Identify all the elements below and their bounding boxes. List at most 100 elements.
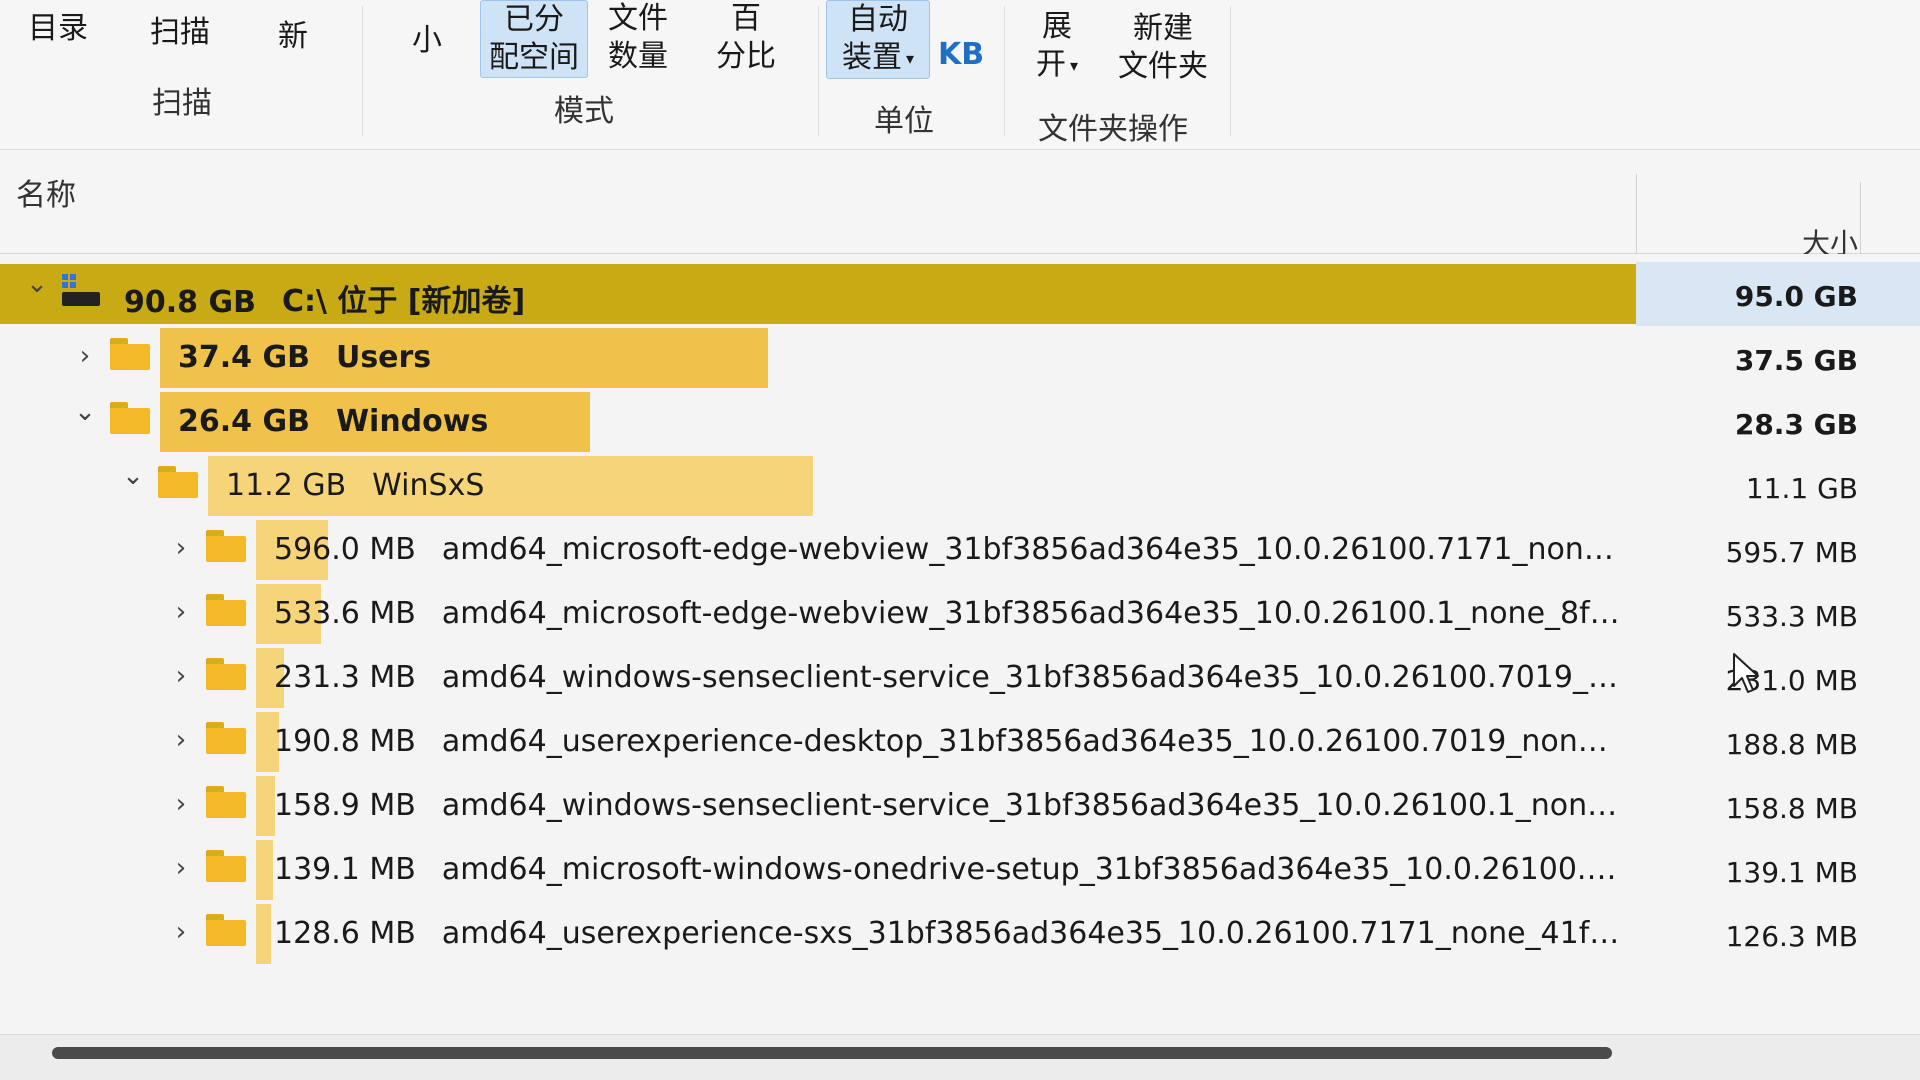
row-size: 128.6 MB bbox=[274, 916, 416, 951]
chevron-down-icon[interactable]: ⌄ bbox=[118, 456, 148, 496]
row-name: C:\ 位于 [新加卷] bbox=[281, 284, 526, 319]
tree-row-edge-webview-7171[interactable]: › 596.0 MB amd64_microsoft-edge-webview_31… bbox=[0, 518, 1920, 582]
file-count-label-2: 数量 bbox=[608, 39, 668, 74]
auto-unit-button[interactable]: 自动 装置 ▾ bbox=[826, 0, 930, 79]
dropdown-caret-icon: ▾ bbox=[905, 48, 915, 68]
group-scan-label: 扫描 bbox=[152, 86, 212, 121]
stop-scan-label: 扫描 bbox=[150, 15, 210, 50]
tree-row-edge-webview-1[interactable]: › 533.6 MB amd64_microsoft-edge-webview_31… bbox=[0, 582, 1920, 646]
row-name: Users bbox=[335, 340, 432, 375]
tree-row-senseclient-1[interactable]: › 158.9 MB amd64_windows-senseclient-servi… bbox=[0, 774, 1920, 838]
row-name: amd64_microsoft-edge-webview_31bf3856ad3… bbox=[441, 596, 1622, 631]
folder-icon bbox=[206, 722, 246, 754]
folder-icon bbox=[206, 786, 246, 818]
size-mode-button[interactable]: 小 bbox=[406, 22, 448, 60]
unit-kb-button[interactable]: KB bbox=[932, 36, 990, 74]
row-size: 90.8 GB bbox=[124, 285, 256, 320]
row-name: amd64_userexperience-desktop_31bf3856ad3… bbox=[441, 724, 1622, 759]
tree-row-userexp-sxs[interactable]: › 128.6 MB amd64_userexperience-sxs_31bf38… bbox=[0, 902, 1920, 966]
size-bar bbox=[256, 904, 272, 964]
row-allocated-size: 28.3 GB bbox=[1734, 408, 1858, 441]
expand-button[interactable]: 展 开 ▾ bbox=[1030, 8, 1084, 85]
auto-unit-label-1: 自动 bbox=[848, 2, 908, 37]
refresh-button[interactable]: 新 bbox=[272, 18, 314, 56]
new-folder-button[interactable]: 新建 文件夹 bbox=[1112, 10, 1214, 86]
folder-icon bbox=[206, 658, 246, 690]
row-size: 158.9 MB bbox=[274, 788, 416, 823]
row-size: 37.4 GB bbox=[178, 340, 310, 375]
allocated-space-button[interactable]: 已分 配空间 bbox=[480, 0, 588, 78]
new-folder-label-2: 文件夹 bbox=[1118, 49, 1208, 84]
chevron-down-icon[interactable]: ⌄ bbox=[22, 264, 52, 304]
tree-row-onedrive-setup[interactable]: › 139.1 MB amd64_microsoft-windows-onedriv… bbox=[0, 838, 1920, 902]
row-name: Windows bbox=[335, 404, 489, 439]
row-size: 11.2 GB bbox=[226, 468, 347, 503]
row-allocated-size: 37.5 GB bbox=[1734, 344, 1858, 377]
new-folder-label-1: 新建 bbox=[1133, 11, 1193, 46]
ribbon-separator bbox=[818, 6, 819, 136]
row-label: 190.8 MB amd64_userexperience-desktop_31b… bbox=[274, 724, 1622, 759]
folder-icon bbox=[206, 530, 246, 562]
directory-button[interactable]: 目录 bbox=[22, 10, 94, 48]
group-unit-label: 单位 bbox=[874, 104, 934, 139]
row-name: amd64_windows-senseclient-service_31bf38… bbox=[441, 660, 1622, 695]
scrollbar-thumb[interactable] bbox=[52, 1047, 1612, 1059]
row-allocated-size: 595.7 MB bbox=[1725, 536, 1858, 569]
stop-scan-button[interactable]: 扫描 bbox=[144, 14, 216, 52]
folder-icon bbox=[158, 466, 198, 498]
chevron-right-icon[interactable]: › bbox=[70, 336, 100, 376]
allocated-label-1: 已分 bbox=[504, 2, 564, 37]
chevron-right-icon[interactable]: › bbox=[166, 720, 196, 760]
row-size: 190.8 MB bbox=[274, 724, 416, 759]
tree-row-userexp-desktop[interactable]: › 190.8 MB amd64_userexperience-desktop_31… bbox=[0, 710, 1920, 774]
column-name-header[interactable]: 名称 bbox=[16, 170, 76, 214]
row-label: 37.4 GB Users bbox=[178, 340, 431, 375]
row-size: 26.4 GB bbox=[178, 404, 310, 439]
row-size: 231.3 MB bbox=[274, 660, 416, 695]
folder-icon bbox=[206, 850, 246, 882]
row-label: 533.6 MB amd64_microsoft-edge-webview_31b… bbox=[274, 596, 1622, 631]
column-header: 名称 大小 bbox=[0, 150, 1920, 260]
group-mode-label: 模式 bbox=[554, 94, 614, 129]
tree-row-senseclient-7019[interactable]: › 231.3 MB amd64_windows-senseclient-servi… bbox=[0, 646, 1920, 710]
ribbon-toolbar: 目录 扫描 新 扫描 小 已分 配空间 文件 数量 百 分比 模式 自动 装置 ▾… bbox=[0, 0, 1920, 150]
chevron-right-icon[interactable]: › bbox=[166, 528, 196, 568]
size-bar bbox=[256, 776, 276, 836]
unit-kb-label: KB bbox=[938, 37, 985, 72]
horizontal-scrollbar[interactable] bbox=[0, 1034, 1920, 1080]
chevron-right-icon[interactable]: › bbox=[166, 656, 196, 696]
percent-button[interactable]: 百 分比 bbox=[710, 0, 782, 76]
column-divider[interactable] bbox=[1636, 174, 1637, 254]
row-name: amd64_microsoft-edge-webview_31bf3856ad3… bbox=[441, 532, 1622, 567]
chevron-right-icon[interactable]: › bbox=[166, 848, 196, 888]
auto-unit-label-2: 装置 bbox=[841, 40, 902, 75]
group-folder-ops-label: 文件夹操作 bbox=[1038, 112, 1188, 147]
row-allocated-size: 158.8 MB bbox=[1725, 792, 1858, 825]
tree-row-windows[interactable]: ⌄ 26.4 GB Windows 28.3 GB bbox=[0, 390, 1920, 454]
allocated-label-2: 配空间 bbox=[489, 40, 579, 75]
ribbon-separator bbox=[1230, 6, 1231, 136]
row-name: amd64_userexperience-sxs_31bf3856ad364e3… bbox=[441, 916, 1622, 951]
size-mode-label: 小 bbox=[412, 23, 442, 58]
folder-icon bbox=[206, 914, 246, 946]
row-label: 231.3 MB amd64_windows-senseclient-servic… bbox=[274, 660, 1622, 695]
file-count-button[interactable]: 文件 数量 bbox=[602, 0, 674, 76]
chevron-right-icon[interactable]: › bbox=[166, 784, 196, 824]
chevron-right-icon[interactable]: › bbox=[166, 592, 196, 632]
row-name: amd64_windows-senseclient-service_31bf38… bbox=[441, 788, 1622, 823]
row-label: 158.9 MB amd64_windows-senseclient-servic… bbox=[274, 788, 1622, 823]
column-divider[interactable] bbox=[1860, 182, 1861, 254]
row-label: 26.4 GB Windows bbox=[178, 404, 488, 439]
tree-row-winsxs[interactable]: ⌄ 11.2 GB WinSxS 11.1 GB bbox=[0, 454, 1920, 518]
tree-row-users[interactable]: › 37.4 GB Users 37.5 GB bbox=[0, 326, 1920, 390]
chevron-down-icon[interactable]: ⌄ bbox=[70, 392, 100, 432]
tree-row-drive-c[interactable]: ⌄ 90.8 GB C:\ 位于 [新加卷] 95.0 GB bbox=[0, 262, 1920, 326]
folder-tree: ⌄ 90.8 GB C:\ 位于 [新加卷] 95.0 GB › 37.4 GB Users… bbox=[0, 254, 1920, 1034]
expand-label-1: 展 bbox=[1042, 9, 1073, 44]
row-allocated-size: 11.1 GB bbox=[1745, 472, 1858, 505]
folder-icon bbox=[110, 338, 150, 370]
row-label: 90.8 GB C:\ 位于 [新加卷] bbox=[124, 276, 525, 320]
directory-label: 目录 bbox=[28, 11, 88, 46]
dropdown-caret-icon: ▾ bbox=[1070, 55, 1079, 75]
chevron-right-icon[interactable]: › bbox=[166, 912, 196, 952]
